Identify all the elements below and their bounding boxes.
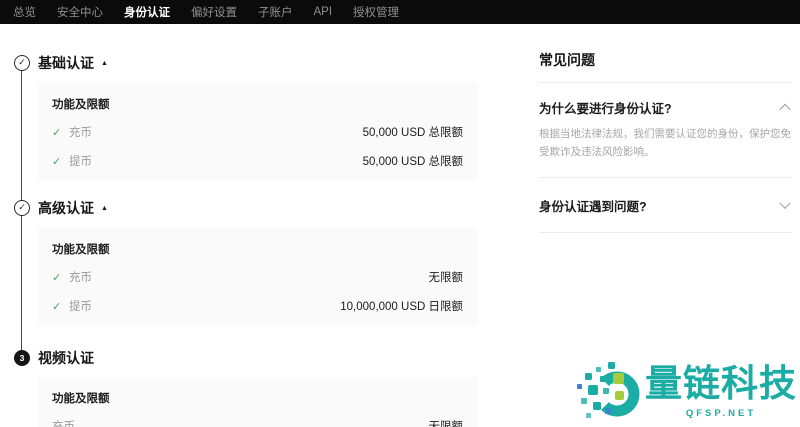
section-advanced-verification-header: ✓ 高级认证 ▲ (14, 200, 108, 216)
brand-domain: QFSP.NET (685, 408, 757, 419)
faq-question-text: 为什么要进行身份认证? (539, 102, 672, 116)
nav-item-preferences[interactable]: 偏好设置 (191, 4, 237, 20)
faq-panel: 常见问题 为什么要进行身份认证? 根据当地法律法规，我们需要认证您的身份，保护您… (539, 50, 791, 233)
limits-card-header: 功能及限额 (52, 244, 110, 256)
identity-verification-page: 总览 安全中心 身份认证 偏好设置 子账户 API 授权管理 ✓ 基础认证 ▲ … (0, 0, 800, 427)
faq-question-text: 身份认证遇到问题? (539, 200, 647, 214)
limit-row-value: 10,000,000 USD 日限额 (340, 301, 463, 313)
nav-item-overview[interactable]: 总览 (13, 4, 36, 20)
divider (539, 177, 791, 178)
limit-row-withdrawal: ✓ 提币 10,000,000 USD 日限额 (52, 298, 463, 314)
limit-row-deposit: ✓ 充币 50,000 USD 总限额 (52, 124, 463, 140)
limit-row-value: 无限额 (428, 272, 464, 284)
brand-name: 量链科技 (645, 363, 797, 404)
brand-watermark: 量链科技 QFSP.NET (577, 361, 797, 425)
check-icon: ✓ (52, 155, 62, 168)
limit-row-value: 50,000 USD 总限额 (362, 127, 463, 139)
section-title: 高级认证 (38, 200, 94, 216)
check-icon: ✓ (52, 300, 62, 313)
limit-row-withdrawal: ✓ 提币 50,000 USD 总限额 (52, 153, 463, 169)
completed-check-circle-icon: ✓ (14, 200, 30, 216)
limit-row-deposit: 充币 无限额 (52, 418, 463, 427)
faq-title: 常见问题 (539, 52, 595, 68)
faq-question-why-verify[interactable]: 为什么要进行身份认证? (539, 98, 791, 117)
completed-check-circle-icon: ✓ (14, 55, 30, 71)
brand-text-block: 量链科技 QFSP.NET (645, 361, 797, 419)
video-verification-limits-card: 功能及限额 充币 无限额 (38, 377, 478, 427)
top-nav: 总览 安全中心 身份认证 偏好设置 子账户 API 授权管理 (0, 0, 800, 24)
collapse-arrow-icon[interactable]: ▲ (101, 60, 108, 67)
check-icon: ✓ (52, 126, 62, 139)
limit-row-label: 充币 (69, 272, 92, 284)
section-title: 视频认证 (38, 350, 94, 366)
section-title: 基础认证 (38, 55, 94, 71)
divider (539, 232, 791, 233)
limit-row-value: 无限额 (428, 421, 464, 427)
nav-item-subaccounts[interactable]: 子账户 (258, 4, 293, 20)
faq-question-verification-problems[interactable]: 身份认证遇到问题? (539, 196, 791, 215)
advanced-verification-limits-card: 功能及限额 ✓ 充币 无限额 ✓ 提币 10,000,000 USD 日限额 (38, 228, 478, 325)
section-video-verification-header: 3 视频认证 (14, 350, 94, 366)
faq-answer-text: 根据当地法律法规，我们需要认证您的身份，保护您免受欺诈及违法风险影响。 (539, 128, 791, 158)
limit-row-label: 充币 (52, 421, 75, 427)
collapse-arrow-icon[interactable]: ▲ (101, 205, 108, 212)
section-basic-verification-header: ✓ 基础认证 ▲ (14, 55, 108, 71)
limit-row-deposit: ✓ 充币 无限额 (52, 269, 463, 285)
step-number-circle-icon: 3 (14, 350, 30, 366)
limit-row-label: 提币 (69, 156, 92, 168)
limit-row-value: 50,000 USD 总限额 (362, 156, 463, 168)
check-icon: ✓ (52, 271, 62, 284)
nav-item-security-center[interactable]: 安全中心 (57, 4, 103, 20)
nav-item-api[interactable]: API (314, 6, 333, 18)
chevron-down-icon[interactable] (779, 197, 791, 209)
limits-card-header: 功能及限额 (52, 99, 110, 111)
nav-item-authorization[interactable]: 授权管理 (353, 4, 399, 20)
limits-card-header: 功能及限额 (52, 393, 110, 405)
basic-verification-limits-card: 功能及限额 ✓ 充币 50,000 USD 总限额 ✓ 提币 50,000 US… (38, 83, 478, 180)
nav-item-identity-verification[interactable]: 身份认证 (124, 4, 170, 20)
limit-row-label: 提币 (69, 301, 92, 313)
chevron-up-icon[interactable] (779, 103, 791, 115)
brand-logo-icon (577, 362, 640, 418)
divider (539, 82, 791, 83)
limit-row-label: 充币 (69, 127, 92, 139)
